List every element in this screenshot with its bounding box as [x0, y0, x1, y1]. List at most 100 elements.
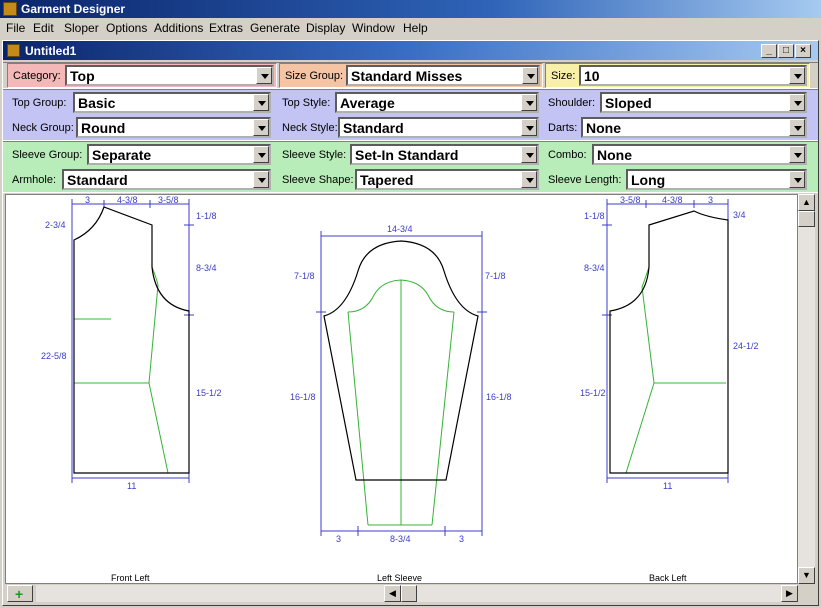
vertical-scroll-thumb[interactable]	[798, 211, 815, 227]
sleeve-length-select[interactable]: Long	[626, 169, 807, 190]
back-dim-right-len: 24-1/2	[733, 341, 759, 351]
front-dim-left-top: 2-3/4	[45, 220, 66, 230]
shoulder-select[interactable]: Sloped	[600, 92, 807, 113]
neck-style-value: Standard	[343, 120, 404, 136]
sleeve-dim-bottom-c: 3	[459, 534, 464, 544]
top-group-select[interactable]: Basic	[73, 92, 271, 113]
front-dim-right-side: 15-1/2	[196, 388, 222, 398]
horizontal-scroll-thumb[interactable]	[401, 585, 417, 602]
size-select[interactable]: 10	[579, 65, 807, 86]
size-group-select[interactable]: Standard Misses	[346, 65, 540, 86]
back-dim-bottom: 11	[663, 481, 672, 491]
top-style-dropdown-arrow-icon[interactable]	[521, 94, 537, 111]
category-cell: Category: Top	[7, 63, 277, 88]
back-left-piece: 3-5/8 4-3/8 3 1-1/8 3/4 8-3/4 24-1/2 15-…	[580, 195, 759, 583]
sleeve-group-select[interactable]: Separate	[87, 144, 271, 165]
plus-icon: +	[15, 586, 24, 602]
armhole-select[interactable]: Standard	[62, 169, 271, 190]
back-left-outline	[609, 210, 729, 474]
menu-edit[interactable]: Edit	[33, 21, 54, 35]
shoulder-value: Sloped	[605, 95, 652, 111]
neck-group-value: Round	[81, 120, 126, 136]
combo-dropdown-arrow-icon[interactable]	[789, 146, 805, 163]
shoulder-label: Shoulder:	[548, 97, 596, 109]
sleeve-style-label: Sleeve Style:	[282, 149, 347, 161]
armhole-value: Standard	[67, 172, 128, 188]
darts-dropdown-arrow-icon[interactable]	[789, 119, 805, 136]
front-dim-right-arm: 8-3/4	[196, 263, 217, 273]
pattern-drawing: 3 4-3/8 3-5/8 2-3/4 1-1/8 8-3/4 22-5/8 1…	[41, 195, 759, 583]
back-dim-right-top: 3/4	[733, 210, 746, 220]
neck-group-select[interactable]: Round	[76, 117, 271, 138]
top-style-select[interactable]: Average	[335, 92, 539, 113]
horizontal-scrollbar[interactable]: ◀ ▶	[36, 585, 798, 602]
document-title-bar: Untitled1 _ □ ×	[3, 41, 818, 60]
document-title: Untitled1	[25, 44, 77, 58]
category-value: Top	[70, 68, 95, 84]
menu-window[interactable]: Window	[352, 21, 395, 35]
close-button[interactable]: ×	[795, 44, 811, 58]
menu-display[interactable]: Display	[306, 21, 345, 35]
neck-style-select[interactable]: Standard	[338, 117, 539, 138]
sleeve-length-dropdown-arrow-icon[interactable]	[789, 171, 805, 188]
menu-file[interactable]: File	[6, 21, 25, 35]
sleeve-dim-top: 14-3/4	[387, 224, 413, 234]
minimize-button[interactable]: _	[761, 44, 777, 58]
sleeve-group-dropdown-arrow-icon[interactable]	[253, 146, 269, 163]
scroll-up-icon[interactable]: ▲	[798, 194, 815, 211]
back-guide-lines	[625, 266, 726, 474]
neck-style-dropdown-arrow-icon[interactable]	[521, 119, 537, 136]
front-dim-top-a: 3	[85, 195, 90, 205]
front-guide-lines	[74, 266, 169, 474]
armhole-dropdown-arrow-icon[interactable]	[253, 171, 269, 188]
sleeve-style-dropdown-arrow-icon[interactable]	[521, 146, 537, 163]
menu-bar: File Edit Sloper Options Additions Extra…	[0, 18, 821, 38]
scroll-down-icon[interactable]: ▼	[798, 567, 815, 584]
combo-label: Combo:	[548, 149, 587, 161]
armhole-label: Armhole:	[12, 174, 57, 186]
menu-extras[interactable]: Extras	[209, 21, 243, 35]
shoulder-dropdown-arrow-icon[interactable]	[789, 94, 805, 111]
sleeve-style-value: Set-In Standard	[355, 147, 459, 163]
maximize-button[interactable]: □	[778, 44, 794, 58]
category-band: Category: Top Size Group: Standard Misse…	[3, 62, 818, 89]
add-piece-button[interactable]: +	[7, 585, 33, 602]
top-group-label: Top Group:	[12, 97, 67, 109]
neck-group-dropdown-arrow-icon[interactable]	[253, 119, 269, 136]
top-group-value: Basic	[78, 95, 116, 111]
menu-help[interactable]: Help	[403, 21, 428, 35]
back-dim-top-a: 3-5/8	[620, 195, 641, 205]
sleeve-shape-select[interactable]: Tapered	[355, 169, 539, 190]
combo-select[interactable]: None	[592, 144, 807, 165]
top-group-dropdown-arrow-icon[interactable]	[253, 94, 269, 111]
vertical-scrollbar[interactable]: ▲ ▼	[798, 194, 815, 584]
menu-additions[interactable]: Additions	[154, 21, 203, 35]
category-label: Category:	[13, 70, 61, 82]
scroll-right-icon[interactable]: ▶	[781, 585, 798, 602]
scroll-left-icon[interactable]: ◀	[384, 585, 401, 602]
top-style-value: Average	[340, 95, 395, 111]
front-dim-top-b: 4-3/8	[117, 195, 138, 205]
menu-sloper[interactable]: Sloper	[64, 21, 99, 35]
darts-label: Darts:	[548, 122, 578, 134]
back-dim-left-top: 1-1/8	[584, 211, 605, 221]
menu-generate[interactable]: Generate	[250, 21, 300, 35]
category-select[interactable]: Top	[65, 65, 274, 86]
menu-options[interactable]: Options	[106, 21, 147, 35]
pattern-canvas[interactable]: 3 4-3/8 3-5/8 2-3/4 1-1/8 8-3/4 22-5/8 1…	[5, 194, 798, 584]
sleeve-dim-right-len: 16-1/8	[486, 392, 512, 402]
sleeve-style-select[interactable]: Set-In Standard	[350, 144, 539, 165]
front-left-outline	[73, 206, 190, 474]
front-left-caption: Front Left	[111, 573, 150, 583]
sleeve-shape-dropdown-arrow-icon[interactable]	[521, 171, 537, 188]
size-group-dropdown-arrow-icon[interactable]	[522, 67, 538, 84]
sleeve-guide-lines	[347, 279, 455, 526]
front-dim-bottom: 11	[127, 481, 136, 491]
category-dropdown-arrow-icon[interactable]	[256, 67, 272, 84]
app-icon	[3, 2, 17, 16]
back-dimension-lines	[602, 199, 729, 483]
size-dropdown-arrow-icon[interactable]	[789, 67, 805, 84]
front-dim-left-len: 22-5/8	[41, 351, 67, 361]
darts-select[interactable]: None	[581, 117, 807, 138]
size-group-cell: Size Group: Standard Misses	[279, 63, 543, 88]
